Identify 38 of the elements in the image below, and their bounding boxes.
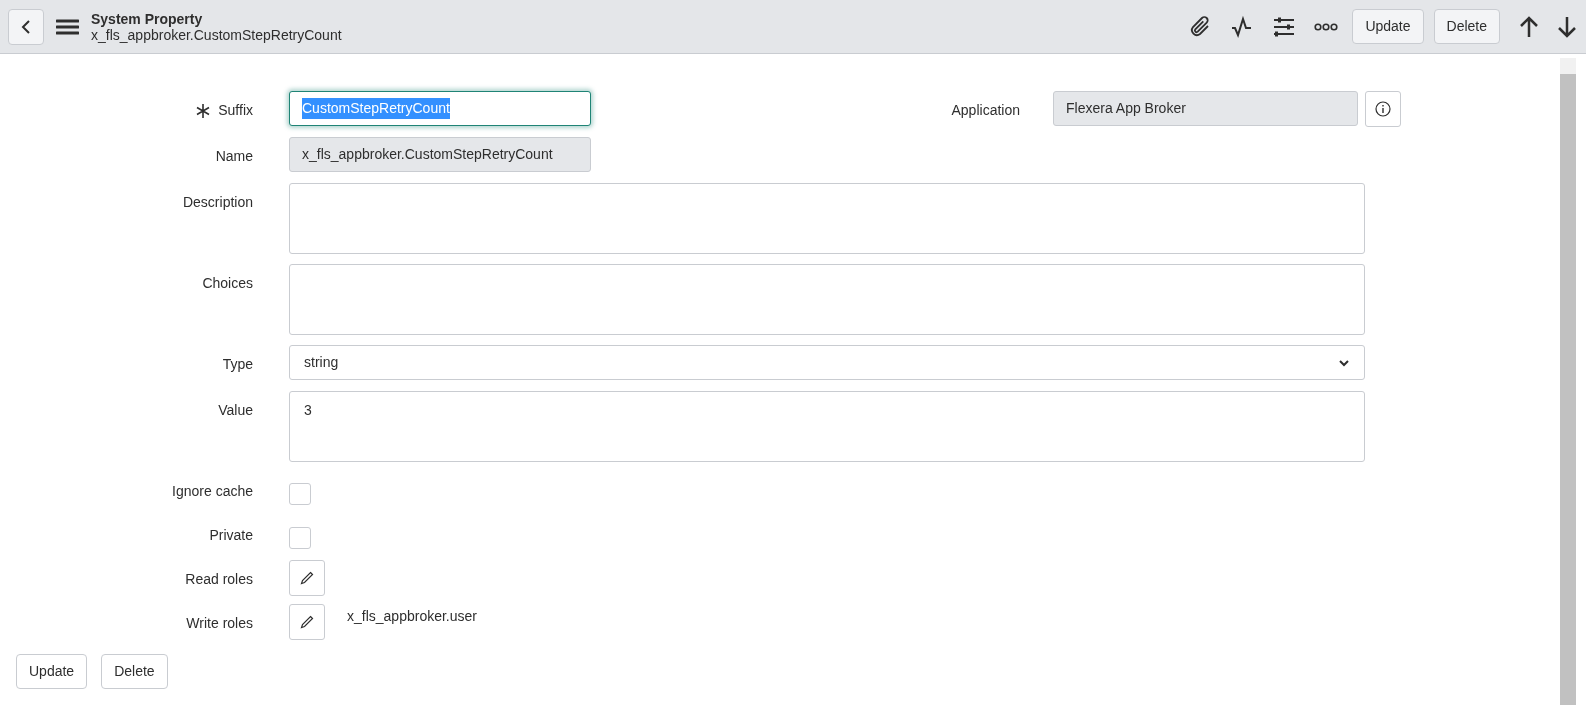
field-label: Ignore cache bbox=[172, 482, 253, 501]
field-label: Application bbox=[951, 101, 1020, 120]
field-label: Choices bbox=[202, 274, 253, 293]
back-icon bbox=[21, 18, 31, 35]
field-label: Description bbox=[182, 193, 253, 212]
text-field[interactable]: x_fls_appbroker.CustomStepRetryCount bbox=[289, 137, 591, 172]
record-name: x_fls_appbroker.CustomStepRetryCount bbox=[91, 26, 342, 43]
edit-roles-button[interactable] bbox=[289, 560, 325, 596]
field-label: Private bbox=[209, 526, 253, 545]
edit-roles-button[interactable] bbox=[289, 604, 325, 640]
header-button[interactable]: Delete bbox=[1433, 9, 1500, 44]
type-dropdown[interactable]: string bbox=[289, 345, 1365, 380]
arrow-down-icon[interactable] bbox=[1556, 14, 1578, 39]
arrow-up-icon[interactable] bbox=[1518, 14, 1540, 39]
checkbox[interactable] bbox=[289, 483, 311, 505]
menu-icon[interactable] bbox=[56, 17, 79, 36]
field-label: Read roles bbox=[185, 570, 253, 589]
more-icon[interactable] bbox=[1314, 22, 1339, 31]
field-label: Type bbox=[222, 355, 253, 374]
scrollbar[interactable] bbox=[1560, 58, 1576, 705]
info-button[interactable] bbox=[1365, 91, 1401, 127]
chevron-down-icon bbox=[1338, 358, 1350, 367]
footer-button[interactable]: Delete bbox=[101, 654, 168, 689]
record-title: System Property bbox=[91, 10, 204, 27]
role-value: x_fls_appbroker.user bbox=[347, 607, 477, 626]
field-label: Write roles bbox=[186, 614, 253, 633]
pencil-icon bbox=[300, 571, 314, 585]
text-field[interactable]: Flexera App Broker bbox=[1053, 91, 1358, 126]
footer-button[interactable]: Update bbox=[16, 654, 88, 689]
field-label: Suffix bbox=[218, 101, 253, 120]
field-label: Name bbox=[215, 147, 253, 166]
info-icon bbox=[1375, 101, 1391, 117]
field-label: Value bbox=[218, 401, 253, 420]
checkbox[interactable] bbox=[289, 527, 311, 549]
back-button[interactable] bbox=[8, 8, 44, 45]
text-area[interactable]: 3 bbox=[289, 391, 1365, 462]
pencil-icon bbox=[300, 615, 314, 629]
header-button[interactable]: Update bbox=[1352, 9, 1424, 44]
